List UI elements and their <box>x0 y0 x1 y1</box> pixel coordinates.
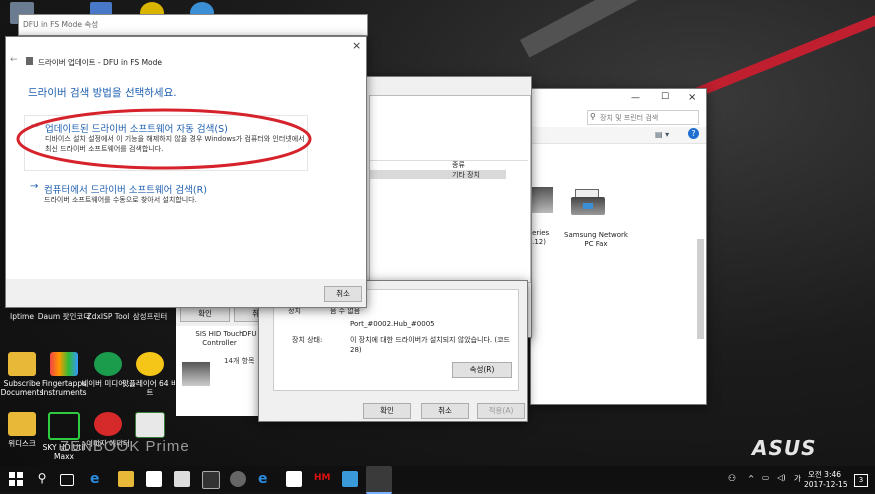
fingertapps-icon <box>50 352 78 376</box>
list-row-selected[interactable]: 기타 장치 <box>370 170 506 179</box>
devices-printers-window[interactable]: — ☐ × ⚲ 장치 및 프린터 검색 ▤ ▾ ? 0 Series 8.0.1… <box>521 88 707 405</box>
image-editor-icon <box>94 412 122 436</box>
close-button[interactable]: × <box>688 92 696 103</box>
apply-button[interactable]: 적용(A) <box>477 403 525 419</box>
back-button[interactable]: ← <box>10 55 18 65</box>
app-icon[interactable] <box>342 471 358 487</box>
people-icon[interactable]: ⚇ <box>728 474 736 484</box>
notification-count: 3 <box>858 476 864 484</box>
store-icon[interactable] <box>146 471 162 487</box>
wizard-title: 드라이버 업데이트 - DFU in FS Mode <box>38 58 163 67</box>
wizard-footer: 취소 <box>6 279 366 307</box>
search-icon[interactable]: ⚲ <box>34 471 50 487</box>
maximize-button[interactable]: ☐ <box>661 92 669 102</box>
potplayer-icon <box>136 352 164 376</box>
network-icon[interactable]: ▭ <box>762 473 769 482</box>
search-box[interactable]: ⚲ 장치 및 프린터 검색 <box>587 110 699 125</box>
windows-start-icon[interactable] <box>8 471 24 487</box>
desktop-icon-samsung-printer[interactable]: 삼성프린터 <box>120 312 180 321</box>
naver-media-icon <box>94 352 122 376</box>
sky-hd-icon <box>48 412 80 440</box>
search-icon: ⚲ <box>590 112 596 121</box>
properties-title-bar[interactable]: DFU in FS Mode 속성 <box>18 14 368 36</box>
ok-button[interactable]: 확인 <box>180 306 230 322</box>
folder-icon <box>8 412 36 436</box>
excel-file-icon <box>135 412 165 438</box>
properties-title: DFU in FS Mode 속성 <box>23 20 99 29</box>
clock-time[interactable]: 오전 3:46 <box>808 469 841 480</box>
option-browse-computer[interactable]: → 컴퓨터에서 드라이버 소프트웨어 검색(R) 드라이버 소프트웨어를 수동으… <box>24 177 306 213</box>
column-header-type[interactable]: 종류 <box>452 160 465 170</box>
scrollbar[interactable] <box>697 239 704 339</box>
status-label: 장치 상태: <box>292 336 323 344</box>
hm-app-icon[interactable]: HM <box>314 473 331 489</box>
cancel-button[interactable]: 취소 <box>324 286 362 302</box>
printer-device-icon[interactable] <box>182 362 210 386</box>
app-icon[interactable] <box>202 471 220 489</box>
option-title: 컴퓨터에서 드라이버 소프트웨어 검색(R) <box>44 185 207 196</box>
status-value: 이 장치에 대한 드라이버가 설치되지 않았습니다. (코드 28) <box>350 336 510 354</box>
search-placeholder: 장치 및 프린터 검색 <box>600 114 659 122</box>
desktop-icon-excel-file[interactable] <box>120 412 180 441</box>
arrow-right-icon: → <box>30 181 39 192</box>
desktop-icon-label: 삼성프린터 <box>132 312 168 321</box>
volume-icon[interactable]: ◁) <box>777 473 786 482</box>
calculator-icon[interactable] <box>174 471 190 487</box>
properties-button[interactable]: 속성(R) <box>452 362 512 378</box>
folder-icon <box>8 352 36 376</box>
device-manager-taskbar-button[interactable] <box>366 466 392 494</box>
explorer-content-left: SIS HID Touch Controller DFU 14개 항목 <box>176 326 262 416</box>
help-icon[interactable]: ? <box>688 128 699 139</box>
minimize-button[interactable]: — <box>631 93 640 103</box>
action-center-icon[interactable]: 3 <box>854 474 868 487</box>
desktop-icon-potplayer[interactable]: 팟플레이어 64 비트 <box>120 352 180 397</box>
asus-logo: ASUS <box>752 436 817 460</box>
cancel-button[interactable]: 취소 <box>421 403 469 419</box>
app-icon[interactable] <box>230 471 246 487</box>
file-explorer-icon[interactable] <box>118 471 134 487</box>
view-options-icon[interactable]: ▤ ▾ <box>655 130 669 139</box>
location-value: Port_#0002.Hub_#0005 <box>350 320 435 328</box>
command-bar: ▤ ▾ ? <box>531 127 706 144</box>
device-type: 기타 장치 <box>452 171 480 179</box>
device-label: Samsung Network PC Fax <box>564 231 628 248</box>
driver-update-wizard[interactable]: × ← 드라이버 업데이트 - DFU in FS Mode 드라이버 검색 방… <box>5 36 367 308</box>
ok-button[interactable]: 확인 <box>363 403 411 419</box>
mail-icon[interactable] <box>286 471 302 487</box>
option-description: 드라이버 소프트웨어를 수동으로 찾아서 설치합니다. <box>44 196 197 204</box>
zenbook-watermark: ZENBOOK Prime <box>60 438 190 455</box>
taskbar: ⚲ e e HM ⚇ ^ ▭ ◁) 가 오전 3:46 2017-12-15 3 <box>0 466 875 494</box>
tray-overflow-icon[interactable]: ^ <box>748 474 754 483</box>
device-icon <box>26 57 33 65</box>
fax-printer-icon[interactable] <box>571 189 607 217</box>
ime-indicator[interactable]: 가 <box>794 473 801 484</box>
task-view-icon[interactable] <box>60 474 74 486</box>
edge-icon[interactable]: e <box>90 471 106 487</box>
device-label: DFU <box>242 330 257 338</box>
title-bar: — ☐ × <box>531 89 706 107</box>
close-button[interactable]: × <box>352 39 361 52</box>
item-count: 14개 항목 <box>224 357 255 365</box>
clock-date[interactable]: 2017-12-15 <box>804 480 848 489</box>
annotation-ellipse <box>16 108 312 170</box>
ie-icon[interactable]: e <box>258 471 274 487</box>
desktop-icon-label: 팟플레이어 64 비트 <box>122 379 178 397</box>
device-list[interactable]: 종류 기타 장치 <box>369 95 531 283</box>
wizard-heading: 드라이버 검색 방법을 선택하세요. <box>28 87 177 99</box>
printer-device-icon[interactable] <box>531 187 553 213</box>
